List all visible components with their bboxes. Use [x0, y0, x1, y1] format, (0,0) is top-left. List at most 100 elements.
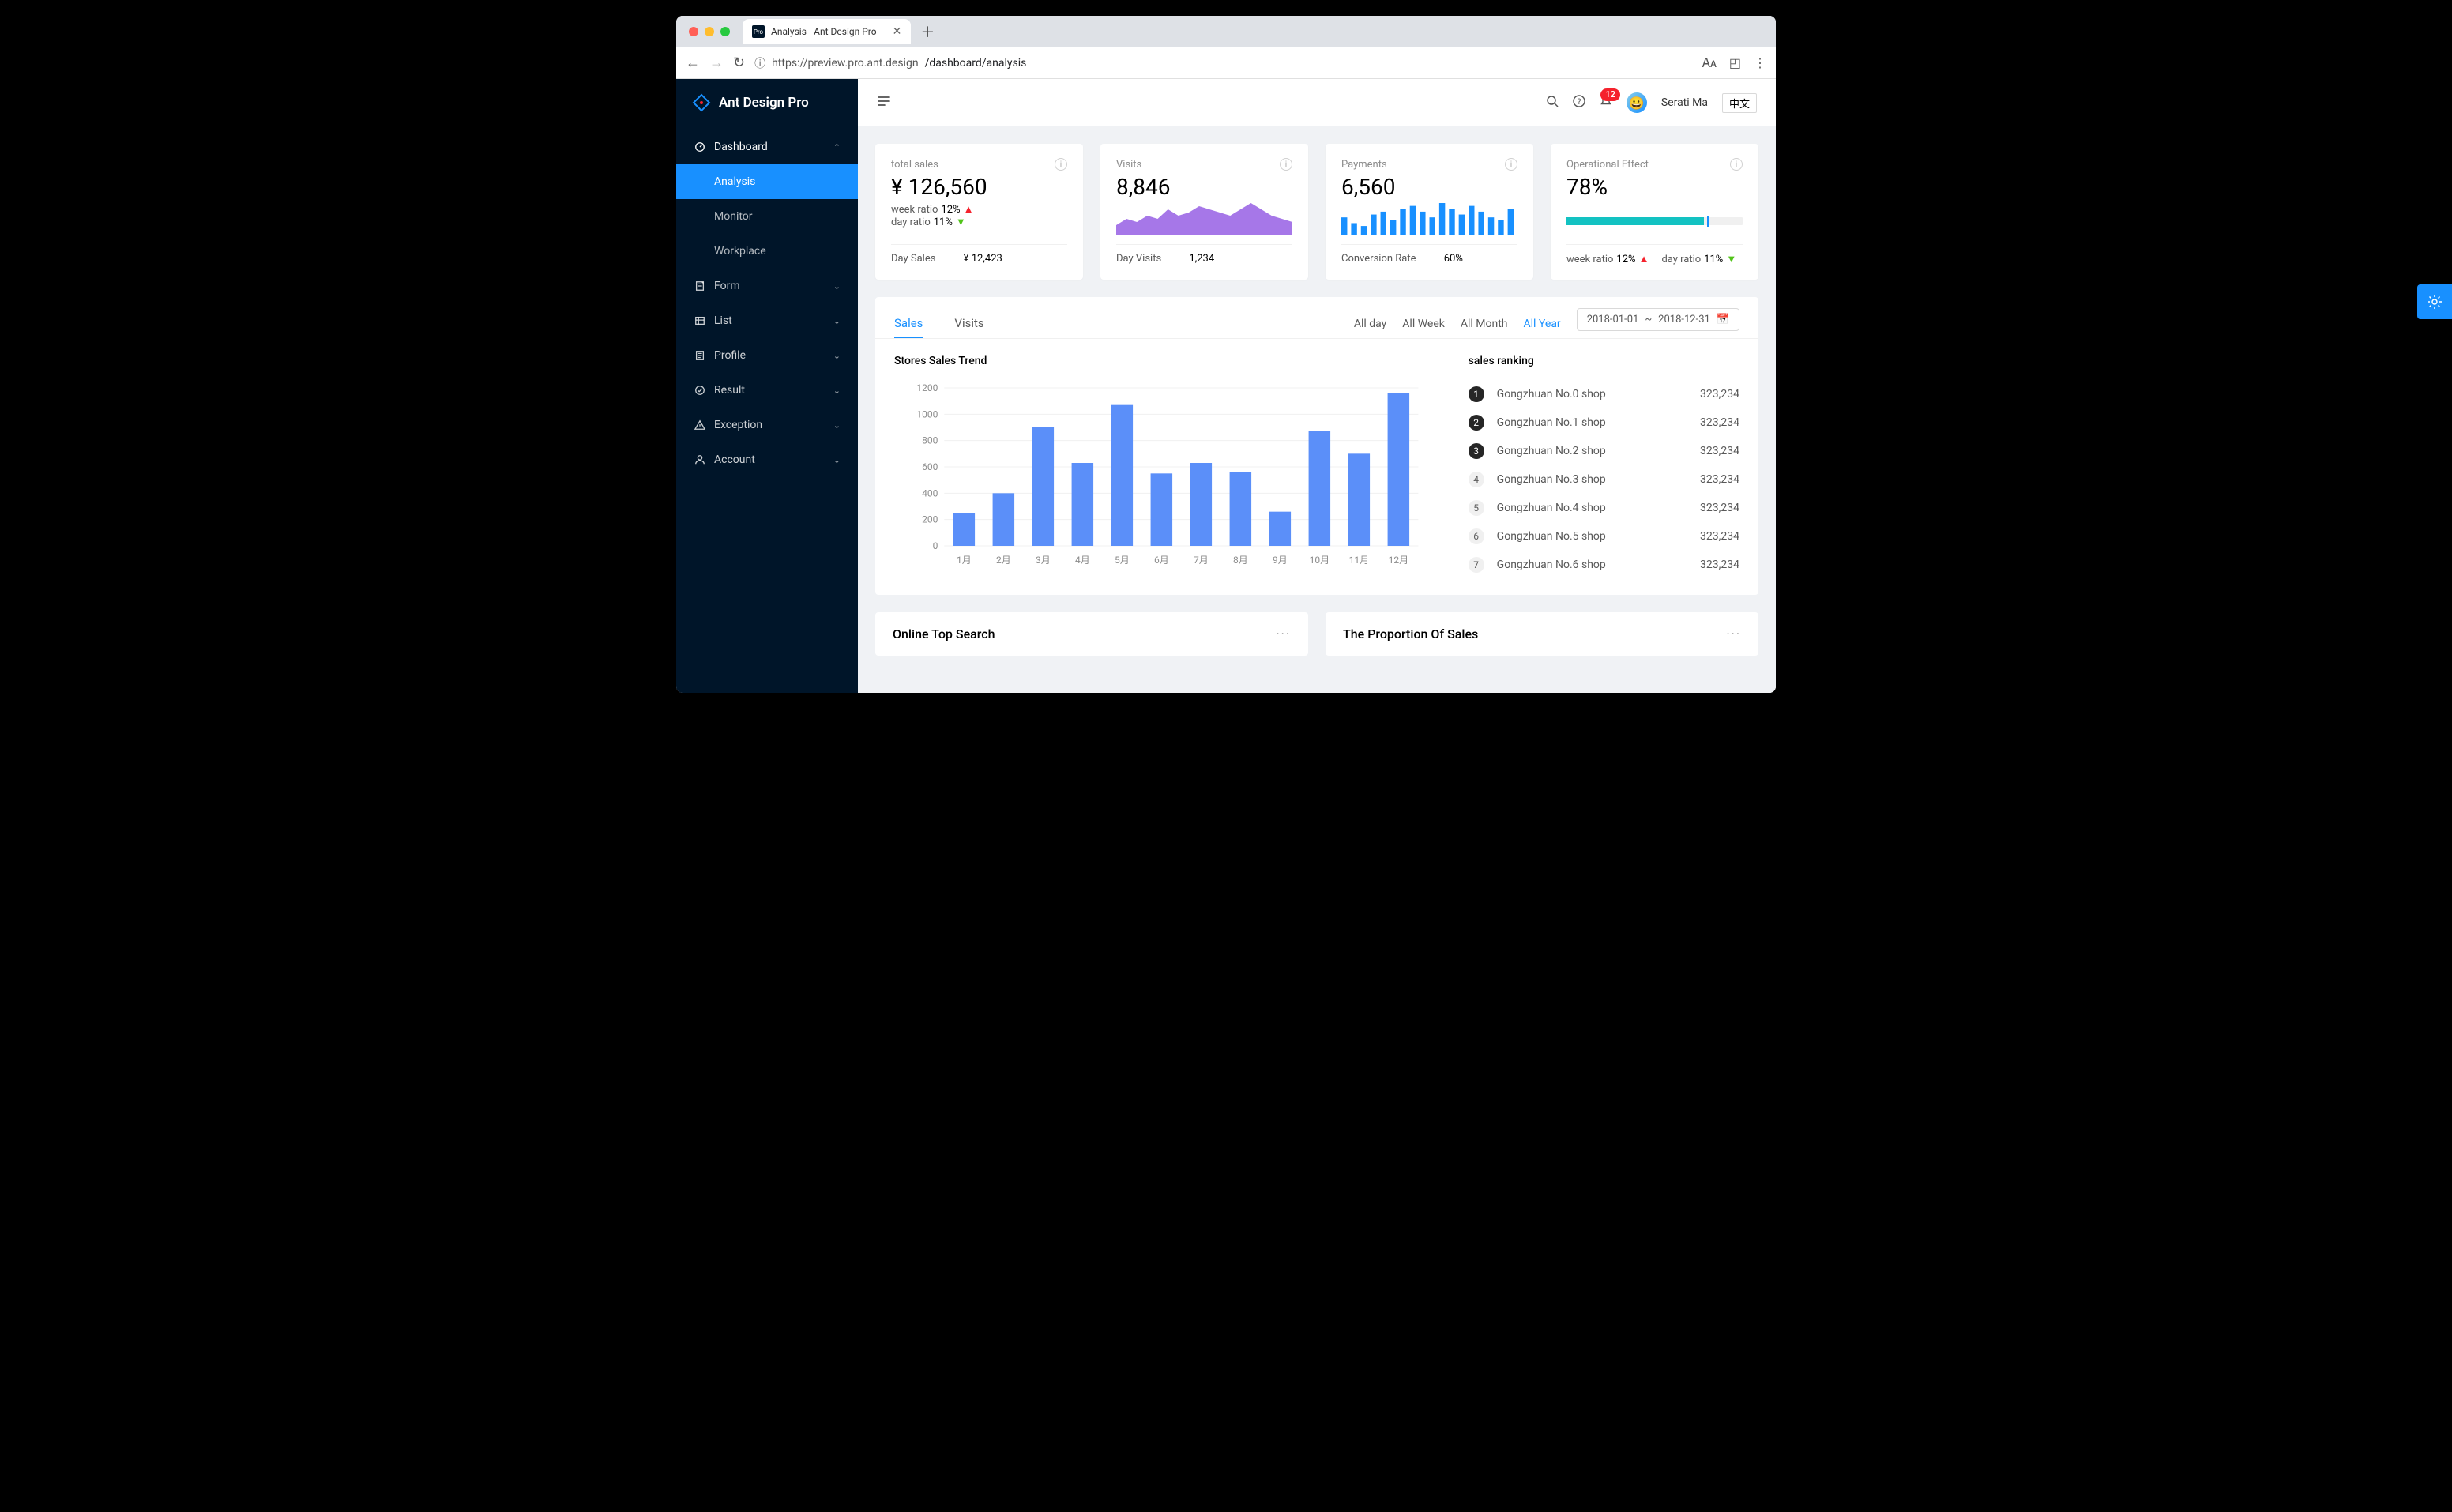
chevron-down-icon: ⌄ — [833, 386, 841, 396]
rank-badge: 7 — [1469, 557, 1484, 573]
ranking-row: 7 Gongzhuan No.6 shop 323,234 — [1469, 551, 1739, 579]
chart-bar[interactable] — [1111, 405, 1134, 546]
tab-title: Analysis - Ant Design Pro — [771, 26, 877, 37]
info-icon[interactable]: i — [1280, 158, 1292, 171]
progress-bar — [1566, 217, 1743, 225]
new-tab-button[interactable]: ＋ — [920, 21, 935, 42]
result-icon — [694, 384, 706, 397]
browser-tab[interactable]: Pro Analysis - Ant Design Pro ✕ — [743, 19, 911, 44]
chart-bar[interactable] — [1190, 463, 1213, 546]
language-switch[interactable]: 中文 — [1722, 93, 1757, 113]
rank-badge: 5 — [1469, 500, 1484, 516]
svg-text:0: 0 — [933, 540, 938, 551]
browser-menu-icon[interactable]: ⋮ — [1754, 55, 1766, 70]
user-name[interactable]: Serati Ma — [1661, 96, 1708, 109]
rank-name: Gongzhuan No.3 shop — [1497, 473, 1606, 486]
rank-name: Gongzhuan No.5 shop — [1497, 530, 1606, 543]
profile-icon[interactable]: ◰ — [1729, 55, 1741, 70]
back-button[interactable]: ← — [686, 55, 700, 71]
brand[interactable]: Ant Design Pro — [676, 79, 858, 126]
chart-bar[interactable] — [1348, 453, 1371, 546]
range-option[interactable]: All Month — [1461, 318, 1508, 330]
chart-bar[interactable] — [953, 513, 976, 546]
reload-button[interactable]: ↻ — [733, 55, 745, 71]
avatar[interactable]: 😀 — [1627, 92, 1647, 113]
chart-bar[interactable] — [1072, 463, 1094, 546]
kpi-title: Payments — [1341, 159, 1387, 171]
sidebar-item-dashboard[interactable]: Dashboard⌃ — [676, 130, 858, 164]
chevron-down-icon: ⌄ — [833, 316, 841, 326]
more-icon[interactable]: ··· — [1726, 626, 1741, 641]
caret-up-icon: ▲ — [1639, 253, 1649, 265]
dashboard-icon — [694, 141, 706, 153]
date-range-controls: All day All Week All Month All Year 2018-01-… — [1354, 311, 1739, 337]
chart-bar[interactable] — [1032, 427, 1055, 546]
range-option[interactable]: All Year — [1524, 318, 1561, 330]
rank-badge: 4 — [1469, 472, 1484, 487]
sales-chart-area: Stores Sales Trend 020040060080010001200… — [894, 355, 1437, 579]
range-option[interactable]: All day — [1354, 318, 1386, 330]
app-root: Ant Design Pro Dashboard⌃AnalysisMonitor… — [676, 79, 1776, 693]
svg-text:8月: 8月 — [1233, 555, 1248, 566]
sidebar-item-account[interactable]: Account⌄ — [676, 442, 858, 477]
rank-name: Gongzhuan No.1 shop — [1497, 416, 1606, 429]
chevron-down-icon: ⌄ — [833, 455, 841, 465]
chart-bar[interactable] — [1388, 393, 1410, 546]
chart-bar[interactable] — [1269, 512, 1292, 546]
range-option[interactable]: All Week — [1402, 318, 1445, 330]
tab-sales[interactable]: Sales — [894, 310, 923, 338]
kpi-title: Visits — [1116, 159, 1141, 171]
sidebar-item-result[interactable]: Result ⌄ — [676, 373, 858, 408]
sidebar-item-exception[interactable]: Exception⌄ — [676, 408, 858, 442]
caret-down-icon: ▼ — [956, 216, 966, 228]
kpi-footer: Day Visits 1,234 — [1116, 244, 1292, 265]
translate-icon[interactable]: 🗛 — [1702, 55, 1717, 71]
sidebar: Ant Design Pro Dashboard⌃AnalysisMonitor… — [676, 79, 858, 693]
site-info-icon[interactable]: ⓘ — [754, 55, 765, 71]
search-icon[interactable] — [1546, 95, 1559, 111]
minimize-window-icon[interactable] — [705, 27, 714, 36]
forward-button[interactable]: → — [709, 55, 724, 71]
sidebar-item-profile[interactable]: Profile⌄ — [676, 338, 858, 373]
sidebar-item-form[interactable]: Form⌄ — [676, 269, 858, 303]
sidebar-item-label: Dashboard — [714, 141, 768, 153]
more-icon[interactable]: ··· — [1276, 626, 1291, 641]
tab-visits[interactable]: Visits — [954, 310, 983, 338]
date-range-picker[interactable]: 2018-01-01 ~ 2018-12-31 📅 — [1577, 308, 1739, 331]
sidebar-item-list[interactable]: List⌄ — [676, 303, 858, 338]
sidebar-subitem-analysis[interactable]: Analysis — [676, 164, 858, 199]
rank-value: 323,234 — [1700, 559, 1739, 571]
info-icon[interactable]: i — [1505, 158, 1517, 171]
sales-ranking: sales ranking 1Gongzhuan No.0 shop323,23… — [1469, 355, 1739, 579]
proportion-of-sales-panel: The Proportion Of Sales ··· — [1326, 612, 1758, 656]
rank-value: 323,234 — [1700, 445, 1739, 457]
chart-bar[interactable] — [1230, 472, 1252, 546]
svg-text:2月: 2月 — [996, 555, 1011, 566]
svg-text:1200: 1200 — [916, 382, 938, 393]
sidebar-toggle-icon[interactable] — [877, 94, 891, 112]
info-icon[interactable]: i — [1730, 158, 1743, 171]
window-controls — [683, 27, 736, 36]
rank-name: Gongzhuan No.6 shop — [1497, 559, 1606, 571]
help-icon[interactable]: ? — [1573, 95, 1585, 111]
chart-bar[interactable] — [993, 493, 1015, 546]
sidebar-item-label: Result — [714, 384, 745, 397]
sidebar-subitem-workplace[interactable]: Workplace — [676, 234, 858, 269]
form-icon — [694, 280, 706, 292]
chart-bar[interactable] — [1151, 473, 1173, 546]
notification-icon[interactable]: 12 — [1600, 95, 1612, 111]
chart-bar[interactable] — [1309, 431, 1331, 546]
info-icon[interactable]: i — [1055, 158, 1067, 171]
online-top-search-panel: Online Top Search ··· — [875, 612, 1308, 656]
address-bar[interactable]: ⓘ https://preview.pro.ant.design/dashboa… — [754, 55, 1693, 71]
chevron-down-icon: ⌄ — [833, 281, 841, 291]
maximize-window-icon[interactable] — [720, 27, 730, 36]
close-window-icon[interactable] — [689, 27, 698, 36]
settings-fab[interactable] — [2417, 284, 2452, 319]
svg-text:6月: 6月 — [1154, 555, 1169, 566]
sidebar-item-label: Profile — [714, 349, 746, 362]
ratio: week ratio 12% ▲ — [891, 203, 1067, 216]
sales-panel: SalesVisits All dayAll WeekAll MonthAll … — [875, 297, 1758, 595]
sidebar-subitem-monitor[interactable]: Monitor — [676, 199, 858, 234]
close-tab-icon[interactable]: ✕ — [893, 25, 902, 38]
